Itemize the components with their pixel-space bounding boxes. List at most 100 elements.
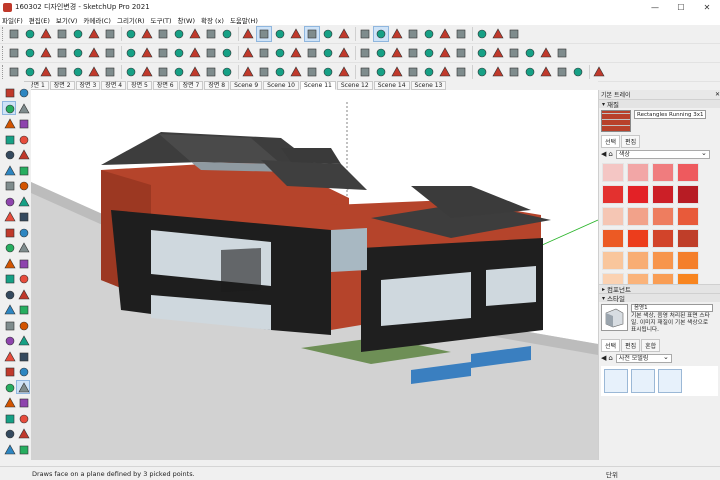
tool-icon[interactable]	[507, 65, 521, 79]
tool-icon[interactable]	[17, 319, 29, 331]
tool-icon[interactable]	[71, 46, 85, 60]
tool-icon[interactable]	[17, 272, 29, 284]
tool-icon[interactable]	[3, 365, 15, 377]
tool-icon[interactable]	[17, 226, 29, 238]
tool-icon[interactable]	[373, 26, 389, 42]
tool-icon[interactable]	[491, 27, 505, 41]
tool-icon[interactable]	[241, 46, 255, 60]
tool-icon[interactable]	[103, 65, 117, 79]
tool-icon[interactable]	[304, 26, 320, 42]
menu-file[interactable]: 파일(F)	[2, 15, 23, 25]
tool-icon[interactable]	[140, 46, 154, 60]
scene-tab[interactable]: 장면 8	[204, 80, 230, 90]
tab-style-select[interactable]: 선택	[601, 339, 621, 352]
tool-icon[interactable]	[17, 334, 30, 346]
tool-icon[interactable]	[390, 46, 404, 60]
tool-icon[interactable]	[17, 210, 29, 222]
tool-icon[interactable]	[3, 195, 15, 207]
tool-icon[interactable]	[241, 27, 255, 41]
tool-icon[interactable]	[3, 210, 16, 222]
tool-icon[interactable]	[507, 46, 521, 60]
tool-icon[interactable]	[124, 46, 138, 60]
materials-section-header[interactable]: ▾ 재질	[599, 99, 720, 109]
tool-icon[interactable]	[390, 65, 404, 79]
tool-icon[interactable]	[17, 164, 29, 176]
material-color-swatch[interactable]	[627, 229, 649, 248]
tool-icon[interactable]	[358, 46, 372, 60]
menu-tools[interactable]: 도구(T)	[151, 15, 172, 25]
tool-icon[interactable]	[257, 46, 271, 60]
tool-icon[interactable]	[17, 257, 29, 269]
material-color-swatch[interactable]	[627, 185, 649, 204]
tool-icon[interactable]	[17, 102, 30, 114]
tool-icon[interactable]	[305, 65, 319, 79]
material-color-swatch[interactable]	[677, 163, 699, 182]
scene-tab[interactable]: Scene 9	[230, 80, 263, 90]
tab-style-mix[interactable]: 혼합	[641, 339, 661, 352]
tool-icon[interactable]	[124, 65, 138, 79]
tool-icon[interactable]	[87, 65, 101, 79]
tab-material-select[interactable]: 선택	[601, 135, 621, 148]
material-color-swatch[interactable]	[627, 207, 649, 226]
tool-icon[interactable]	[2, 100, 16, 115]
tool-icon[interactable]	[87, 27, 101, 41]
tool-icon[interactable]	[39, 27, 53, 41]
tool-icon[interactable]	[257, 65, 271, 79]
tool-icon[interactable]	[204, 46, 218, 60]
styles-section-header[interactable]: ▾ 스타일	[599, 293, 720, 303]
scene-tab[interactable]: 장면 4	[101, 80, 127, 90]
tool-icon[interactable]	[188, 27, 202, 41]
tool-icon[interactable]	[3, 319, 15, 331]
material-color-swatch[interactable]	[602, 229, 624, 248]
tool-icon[interactable]	[454, 46, 468, 60]
home-icon[interactable]: ⌂	[608, 354, 612, 362]
material-color-swatch[interactable]	[677, 229, 699, 248]
tool-icon[interactable]	[17, 350, 29, 362]
tool-icon[interactable]	[337, 46, 351, 60]
tool-icon[interactable]	[7, 27, 21, 41]
tool-icon[interactable]	[3, 303, 16, 315]
tool-icon[interactable]	[3, 241, 15, 253]
style-thumbnail-option[interactable]	[658, 369, 682, 393]
model-viewport[interactable]	[31, 90, 598, 460]
scene-tab[interactable]: 장면 5	[127, 80, 152, 90]
material-color-swatch[interactable]	[602, 185, 624, 204]
tool-icon[interactable]	[172, 46, 186, 60]
tool-icon[interactable]	[438, 65, 452, 79]
tool-icon[interactable]	[172, 27, 186, 41]
tool-icon[interactable]	[3, 133, 15, 145]
tool-icon[interactable]	[337, 27, 351, 41]
tool-icon[interactable]	[3, 226, 15, 238]
material-color-swatch[interactable]	[677, 273, 699, 284]
tool-icon[interactable]	[220, 46, 234, 60]
tool-icon[interactable]	[156, 65, 170, 79]
tool-icon[interactable]	[406, 65, 420, 79]
tool-icon[interactable]	[337, 65, 351, 79]
style-name-field[interactable]: 음영1	[631, 304, 713, 312]
tool-icon[interactable]	[390, 27, 404, 41]
tool-icon[interactable]	[289, 46, 303, 60]
material-color-swatch[interactable]	[652, 207, 674, 226]
material-color-swatch[interactable]	[652, 185, 674, 204]
tool-icon[interactable]	[220, 65, 234, 79]
tool-icon[interactable]	[241, 65, 255, 79]
material-color-swatch[interactable]	[627, 163, 649, 182]
material-swatch-preview[interactable]	[601, 110, 631, 132]
menu-extensions[interactable]: 확장 (x)	[201, 15, 224, 25]
menu-edit[interactable]: 편집(E)	[29, 15, 50, 25]
tool-icon[interactable]	[156, 46, 170, 60]
tool-icon[interactable]	[3, 117, 16, 129]
tool-icon[interactable]	[422, 65, 436, 79]
tool-icon[interactable]	[321, 46, 335, 60]
tool-icon[interactable]	[156, 27, 170, 41]
tool-icon[interactable]	[491, 65, 505, 79]
tool-icon[interactable]	[438, 46, 452, 60]
tool-icon[interactable]	[3, 272, 15, 284]
tool-icon[interactable]	[71, 65, 85, 79]
back-arrow-icon[interactable]: ◀	[601, 150, 606, 158]
tool-icon[interactable]	[3, 86, 15, 98]
tool-icon[interactable]	[17, 365, 29, 377]
tool-icon[interactable]	[17, 117, 29, 129]
material-color-swatch[interactable]	[627, 251, 649, 270]
tool-icon[interactable]	[539, 65, 553, 79]
